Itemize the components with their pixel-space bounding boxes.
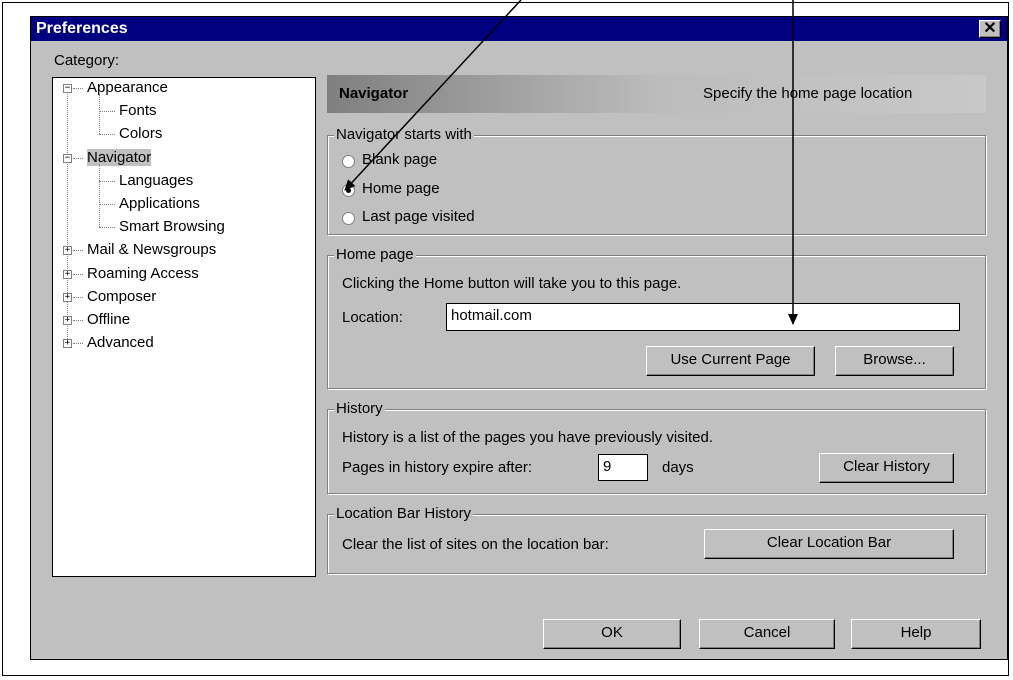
annotation-arrows — [344, 0, 798, 325]
arrow-to-home-page-radio — [344, 0, 522, 191]
